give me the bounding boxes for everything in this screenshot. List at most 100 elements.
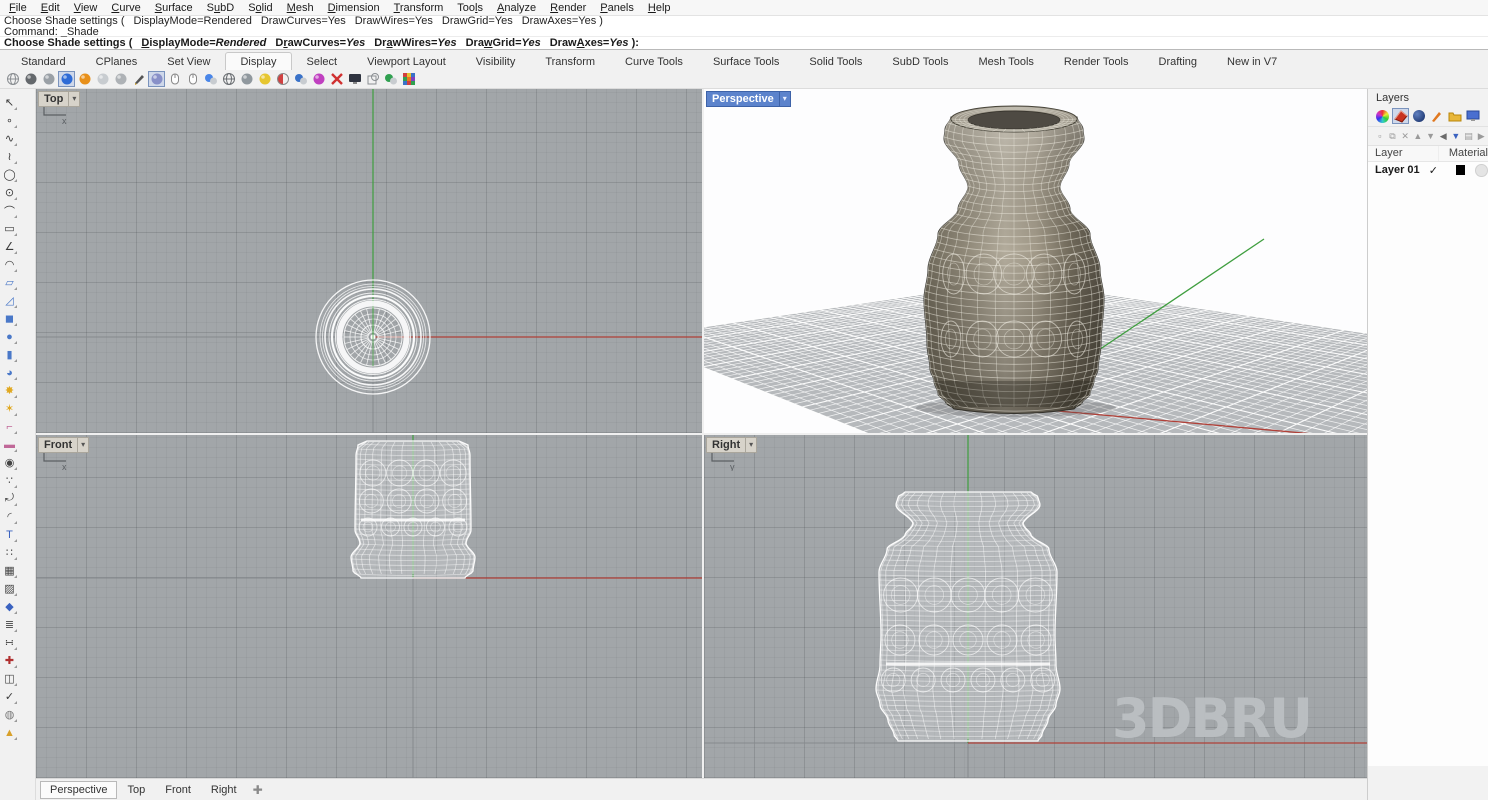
viewport-front[interactable]: Front ▾ z x bbox=[36, 435, 702, 778]
command-option-drawaxes[interactable]: DrawAxes=Yes bbox=[550, 37, 629, 49]
move-left-icon[interactable]: ◀ bbox=[1437, 131, 1449, 142]
mouse-rotate-icon[interactable] bbox=[166, 71, 183, 87]
shaded-mono-display-icon[interactable] bbox=[40, 71, 57, 87]
move-up-icon[interactable]: ▲ bbox=[1412, 131, 1424, 141]
toolbar-tab-subd-tools[interactable]: SubD Tools bbox=[877, 52, 963, 70]
pipe-icon[interactable]: ✚ bbox=[1, 652, 18, 669]
viewport-tab-top[interactable]: Top bbox=[117, 781, 155, 799]
gold-sphere-icon[interactable] bbox=[256, 71, 273, 87]
ellipse-icon[interactable]: ⊙ bbox=[1, 184, 18, 201]
viewport-menu-arrow-icon[interactable]: ▾ bbox=[779, 92, 790, 106]
menu-item-surface[interactable]: Surface bbox=[148, 2, 200, 14]
command-option-drawwires[interactable]: DrawWires=Yes bbox=[374, 37, 456, 49]
patch-icon[interactable]: ◿ bbox=[1, 292, 18, 309]
ghosted-display-icon[interactable] bbox=[94, 71, 111, 87]
viewport-tab-front[interactable]: Front bbox=[155, 781, 201, 799]
toolbar-tab-cplanes[interactable]: CPlanes bbox=[81, 52, 153, 70]
layers-panel-icon[interactable] bbox=[1392, 108, 1409, 124]
blend-icon[interactable]: ⤾ bbox=[1, 490, 18, 507]
delete-layer-icon[interactable]: ✕ bbox=[1399, 131, 1411, 142]
viewport-label-right[interactable]: Right ▾ bbox=[706, 437, 757, 453]
polyline-icon[interactable]: ∠ bbox=[1, 238, 18, 255]
points-icon[interactable]: ∵ bbox=[1, 472, 18, 489]
menu-item-analyze[interactable]: Analyze bbox=[490, 2, 543, 14]
folder-panel-icon[interactable] bbox=[1446, 108, 1463, 124]
array-icon[interactable]: ∷ bbox=[1, 544, 18, 561]
grid-points-icon[interactable]: ∺ bbox=[1, 634, 18, 651]
solids-icon[interactable]: ◕ bbox=[1, 364, 18, 381]
command-history[interactable]: Choose Shade settings (DisplayMode=Rende… bbox=[0, 16, 1488, 37]
viewport-menu-arrow-icon[interactable]: ▾ bbox=[77, 438, 88, 452]
sphere-mouse-icon[interactable] bbox=[292, 71, 309, 87]
menu-item-solid[interactable]: Solid bbox=[241, 2, 279, 14]
toolbar-tab-visibility[interactable]: Visibility bbox=[461, 52, 531, 70]
sphere-icon[interactable]: ● bbox=[1, 328, 18, 345]
toolbar-tab-surface-tools[interactable]: Surface Tools bbox=[698, 52, 794, 70]
menu-item-panels[interactable]: Panels bbox=[593, 2, 641, 14]
wireframe-display-icon[interactable] bbox=[4, 71, 21, 87]
menu-item-transform[interactable]: Transform bbox=[387, 2, 451, 14]
viewport-label-perspective[interactable]: Perspective ▾ bbox=[706, 91, 791, 107]
cone-icon[interactable]: ▲ bbox=[1, 724, 18, 741]
pen-panel-icon[interactable] bbox=[1428, 108, 1445, 124]
arc-icon[interactable]: ⌒ bbox=[1, 202, 18, 219]
command-option-displaymode[interactable]: DisplayMode=Rendered bbox=[141, 37, 266, 49]
toolbar-tab-transform[interactable]: Transform bbox=[530, 52, 610, 70]
toolbar-tab-set-view[interactable]: Set View bbox=[152, 52, 225, 70]
blocks-icon[interactable]: ▦ bbox=[1, 562, 18, 579]
rendered-display-icon[interactable] bbox=[58, 71, 75, 87]
monitor-icon[interactable] bbox=[346, 71, 363, 87]
explode-icon[interactable]: ✸ bbox=[1, 382, 18, 399]
command-prompt[interactable]: Choose Shade settings (DisplayMode=Rende… bbox=[0, 37, 1488, 50]
surface-icon[interactable]: ▱ bbox=[1, 274, 18, 291]
mouse-pan-icon[interactable] bbox=[184, 71, 201, 87]
toolbar-tab-solid-tools[interactable]: Solid Tools bbox=[794, 52, 877, 70]
command-option-drawgrid[interactable]: DrawGrid=Yes bbox=[442, 16, 513, 27]
sphere-point-icon[interactable]: ◉ bbox=[1, 454, 18, 471]
add-viewport-tab-icon[interactable]: ✚ bbox=[247, 783, 269, 797]
command-option-drawcurves[interactable]: DrawCurves=Yes bbox=[275, 37, 365, 49]
render-mesh-icon[interactable] bbox=[220, 71, 237, 87]
menu-item-edit[interactable]: Edit bbox=[34, 2, 67, 14]
toolbar-tab-mesh-tools[interactable]: Mesh Tools bbox=[963, 52, 1048, 70]
shade-ball-icon[interactable]: ◍ bbox=[1, 706, 18, 723]
trim-icon[interactable]: ⌐ bbox=[1, 418, 18, 435]
menu-item-subd[interactable]: SubD bbox=[200, 2, 242, 14]
edit-box-icon[interactable]: ◫ bbox=[1, 670, 18, 687]
color-grid-icon[interactable] bbox=[400, 71, 417, 87]
toolbar-tab-viewport-layout[interactable]: Viewport Layout bbox=[352, 52, 461, 70]
point-icon[interactable]: ∘ bbox=[1, 112, 18, 129]
artistic-display-icon[interactable] bbox=[148, 71, 165, 87]
rectangle-icon[interactable]: ▭ bbox=[1, 220, 18, 237]
viewport-menu-arrow-icon[interactable]: ▾ bbox=[68, 92, 79, 106]
toolbar-tab-drafting[interactable]: Drafting bbox=[1144, 52, 1213, 70]
copy-layer-icon[interactable]: ⧉ bbox=[1387, 131, 1399, 142]
viewport-label-top[interactable]: Top ▾ bbox=[38, 91, 80, 107]
display-panel-icon[interactable] bbox=[1374, 108, 1391, 124]
viewport-top[interactable]: Top ▾ y x bbox=[36, 89, 702, 433]
viewport-tab-perspective[interactable]: Perspective bbox=[40, 781, 117, 799]
cylinder-icon[interactable]: ▮ bbox=[1, 346, 18, 363]
viewport-menu-arrow-icon[interactable]: ▾ bbox=[745, 438, 756, 452]
shaded-display-icon[interactable] bbox=[22, 71, 39, 87]
select-arrow-icon[interactable]: ↖ bbox=[1, 94, 18, 111]
text-icon[interactable]: T bbox=[1, 526, 18, 543]
sunlight-display-icon[interactable] bbox=[76, 71, 93, 87]
toolbar-tab-display[interactable]: Display bbox=[225, 52, 291, 70]
menu-item-help[interactable]: Help bbox=[641, 2, 678, 14]
menu-item-dimension[interactable]: Dimension bbox=[321, 2, 387, 14]
more-icon[interactable]: ▶ bbox=[1475, 131, 1487, 142]
layer-color-swatch[interactable] bbox=[1456, 165, 1466, 175]
technical-display-icon[interactable] bbox=[130, 71, 147, 87]
menu-item-tools[interactable]: Tools bbox=[450, 2, 490, 14]
freeform-icon[interactable]: ◠ bbox=[1, 256, 18, 273]
check-icon[interactable]: ✓ bbox=[1, 688, 18, 705]
cplane-target-icon[interactable] bbox=[274, 71, 291, 87]
viewport-tab-right[interactable]: Right bbox=[201, 781, 247, 799]
shade-selected-icon[interactable] bbox=[202, 71, 219, 87]
menu-item-curve[interactable]: Curve bbox=[104, 2, 147, 14]
menu-item-render[interactable]: Render bbox=[543, 2, 593, 14]
command-option-drawaxes[interactable]: DrawAxes=Yes bbox=[522, 16, 597, 27]
new-layer-icon[interactable]: ▫ bbox=[1374, 131, 1386, 141]
toolbar-tab-new-in-v7[interactable]: New in V7 bbox=[1212, 52, 1292, 70]
